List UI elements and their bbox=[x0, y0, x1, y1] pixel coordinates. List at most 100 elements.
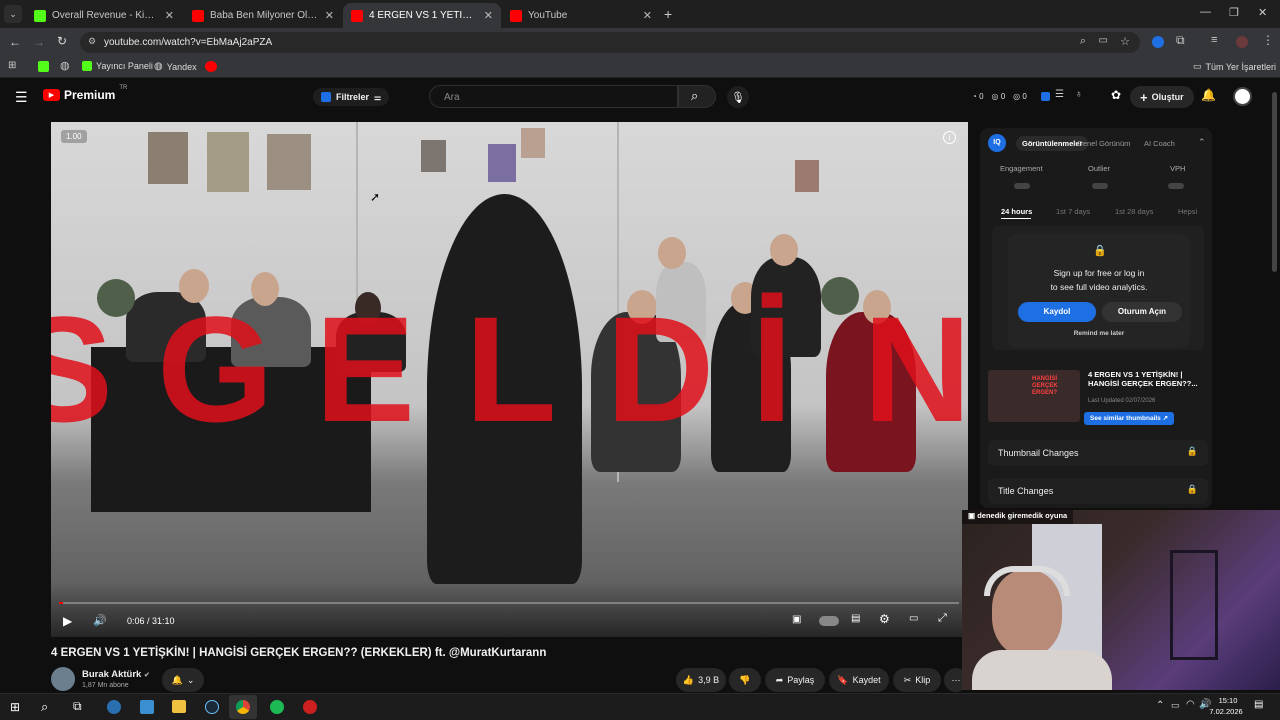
channel-avatar[interactable] bbox=[51, 667, 75, 691]
close-icon[interactable]: ✕ bbox=[325, 9, 334, 22]
thumbnail-changes-row[interactable]: Thumbnail Changes 🔒 bbox=[988, 440, 1208, 466]
search-icon[interactable]: ⌕ bbox=[41, 699, 48, 715]
settings-gear-icon[interactable]: ⚙ bbox=[879, 612, 890, 626]
search-input[interactable]: Ara bbox=[429, 85, 678, 108]
account-avatar[interactable] bbox=[1233, 87, 1252, 106]
tab-current-video[interactable]: 4 ERGEN VS 1 YETİŞKİN! | HANG... ✕ bbox=[343, 3, 501, 28]
login-button[interactable]: Oturum Açın bbox=[1102, 302, 1182, 322]
filters-button[interactable]: Filtreler ⚌ bbox=[313, 88, 390, 106]
similar-thumbnails-button[interactable]: See similar thumbnails ↗ bbox=[1084, 412, 1175, 425]
spotify-icon[interactable] bbox=[270, 700, 284, 714]
save-button[interactable]: 🔖 Kaydet bbox=[829, 668, 889, 692]
address-bar[interactable]: ⚙ youtube.com/watch?v=EbMaAj2aPZA ⌕ ▭ ☆ bbox=[80, 32, 1140, 53]
like-button[interactable]: 👍 3,9 B bbox=[676, 668, 726, 692]
site-info-icon[interactable]: ⚙ bbox=[88, 36, 96, 47]
clock-date[interactable]: 7.02.2026 bbox=[1204, 707, 1248, 716]
all-bookmarks[interactable]: ▭ Tüm Yer İşaretleri bbox=[1193, 61, 1276, 72]
youtube-logo[interactable]: ▶ Premium TR bbox=[43, 85, 127, 102]
bookmark-star-icon[interactable]: ☆ bbox=[1120, 35, 1130, 48]
wifi-icon[interactable]: ◠ bbox=[1186, 699, 1195, 710]
filters-label: Filtreler bbox=[336, 92, 370, 102]
extension-vidiq-icon[interactable] bbox=[1152, 36, 1164, 48]
youtube-favicon-icon bbox=[510, 9, 522, 22]
extensions-icon[interactable]: ⧉ bbox=[1176, 33, 1185, 48]
vidiq-player-icon[interactable]: ▣ bbox=[792, 614, 801, 625]
tab-youtube[interactable]: YouTube ✕ bbox=[502, 3, 660, 28]
progress-track[interactable] bbox=[59, 602, 959, 604]
remind-later-link[interactable]: Remind me later bbox=[1008, 330, 1190, 337]
search-button[interactable]: ⌕ bbox=[678, 85, 716, 108]
dislike-button[interactable]: 👎 bbox=[729, 668, 761, 692]
list-icon[interactable]: ☰ bbox=[1055, 89, 1064, 100]
apps-grid-icon[interactable]: ⊞ bbox=[8, 60, 16, 71]
app-icon[interactable] bbox=[303, 700, 317, 714]
side-panel-icon[interactable]: ≡ bbox=[1211, 34, 1217, 46]
steam-icon[interactable] bbox=[107, 700, 121, 714]
close-icon[interactable]: ✕ bbox=[643, 9, 652, 22]
hamburger-menu-icon[interactable]: ☰ bbox=[15, 89, 28, 106]
autoplay-toggle[interactable] bbox=[819, 616, 839, 626]
kick-bookmark-icon[interactable] bbox=[38, 61, 49, 72]
clip-button[interactable]: ✂ Klip bbox=[893, 668, 941, 692]
globe-bookmark-icon[interactable]: ◍ bbox=[60, 59, 70, 72]
close-icon[interactable]: ✕ bbox=[484, 9, 493, 22]
zoom-icon[interactable]: ⌕ bbox=[1080, 35, 1086, 48]
panel-tab-overview[interactable]: Genel Görünüm bbox=[1077, 139, 1130, 148]
period-tab[interactable]: 24 hours bbox=[1001, 207, 1032, 216]
menu-icon[interactable]: ⋮ bbox=[1262, 33, 1274, 47]
share-button[interactable]: ➦ Paylaş bbox=[765, 668, 825, 692]
fullscreen-icon[interactable]: ⤢ bbox=[938, 612, 947, 625]
theater-mode-icon[interactable]: ▭ bbox=[909, 613, 918, 624]
clock-time[interactable]: 15:10 bbox=[1212, 696, 1244, 705]
youtube-bookmark-icon[interactable] bbox=[205, 61, 217, 72]
restore-button[interactable]: ❐ bbox=[1229, 6, 1239, 19]
tab-search-icon[interactable]: ⌄ bbox=[4, 5, 22, 23]
play-button[interactable]: ▶ bbox=[63, 614, 72, 628]
tray-chevron-icon[interactable]: ⌃ bbox=[1156, 700, 1164, 711]
chrome-icon[interactable] bbox=[229, 695, 257, 719]
reload-icon[interactable]: ↻ bbox=[57, 34, 67, 48]
video-player[interactable]: S G E L D İ N 1.00 i ➚ ▶ 🔊 0:06 / 31:10 … bbox=[51, 122, 968, 637]
steam-icon[interactable] bbox=[205, 700, 219, 714]
title-changes-row[interactable]: Title Changes 🔒 bbox=[988, 478, 1208, 504]
period-tab[interactable]: Hepsi bbox=[1178, 207, 1197, 216]
collapse-chevron-icon[interactable]: ⌃ bbox=[1198, 137, 1206, 148]
back-icon[interactable]: ← bbox=[9, 35, 21, 49]
task-view-icon[interactable]: ⧉ bbox=[73, 699, 82, 714]
minimize-button[interactable]: — bbox=[1200, 6, 1211, 18]
period-tab[interactable]: 1st 28 days bbox=[1115, 207, 1153, 216]
store-icon[interactable] bbox=[140, 700, 154, 714]
time-display: 0:06 / 31:10 bbox=[127, 616, 175, 626]
volume-icon[interactable]: 🔊 bbox=[93, 614, 107, 627]
panel-tab-ai-coach[interactable]: AI Coach bbox=[1144, 139, 1175, 148]
voice-search-button[interactable]: 🎙 bbox=[727, 86, 749, 108]
tab-baba-ben-milyoner[interactable]: Baba Ben Milyoner Oldum #sho... ✕ bbox=[184, 3, 342, 28]
subscribed-bell-button[interactable]: 🔔 ⌄ bbox=[162, 668, 204, 692]
vidiq-toolbar-icon[interactable] bbox=[1041, 92, 1050, 101]
channel-name[interactable]: Burak Aktürk ✔ bbox=[82, 669, 150, 680]
thumbnail-preview[interactable]: HANGİSİ GERÇEK ERGEN? bbox=[988, 370, 1080, 422]
page-scrollbar[interactable] bbox=[1272, 92, 1277, 272]
notifications-icon[interactable]: 🔔 bbox=[1201, 88, 1216, 102]
badge-icon[interactable]: ♁ bbox=[1075, 89, 1083, 100]
file-explorer-icon[interactable] bbox=[172, 700, 186, 713]
subtitles-icon[interactable]: ▤ bbox=[851, 613, 860, 624]
cast-icon[interactable]: ▭ bbox=[1099, 35, 1108, 46]
bookmark-yayinci-paneli[interactable]: Yayıncı Paneli bbox=[82, 61, 153, 71]
bookmark-yandex[interactable]: ◍ Yandex bbox=[154, 61, 197, 72]
extension-puzzle-icon[interactable]: ✿ bbox=[1111, 88, 1121, 102]
forward-icon[interactable]: → bbox=[33, 35, 45, 49]
blurred-value bbox=[1014, 183, 1030, 189]
notifications-icon[interactable]: ▤ bbox=[1254, 699, 1263, 710]
close-icon[interactable]: ✕ bbox=[165, 9, 174, 22]
period-tab[interactable]: 1st 7 days bbox=[1056, 207, 1090, 216]
info-icon[interactable]: i bbox=[943, 131, 956, 144]
network-icon[interactable]: ▭ bbox=[1171, 700, 1180, 711]
new-tab-button[interactable]: + bbox=[664, 6, 672, 22]
signup-button[interactable]: Kaydol bbox=[1018, 302, 1096, 322]
create-button[interactable]: + Oluştur bbox=[1130, 86, 1194, 108]
windows-start-icon[interactable]: ⊞ bbox=[10, 700, 20, 714]
profile-avatar[interactable] bbox=[1236, 36, 1248, 48]
close-window-button[interactable]: ✕ bbox=[1258, 6, 1267, 19]
tab-kick-dashboard[interactable]: Overall Revenue - Kick Dashbo... ✕ bbox=[26, 3, 182, 28]
